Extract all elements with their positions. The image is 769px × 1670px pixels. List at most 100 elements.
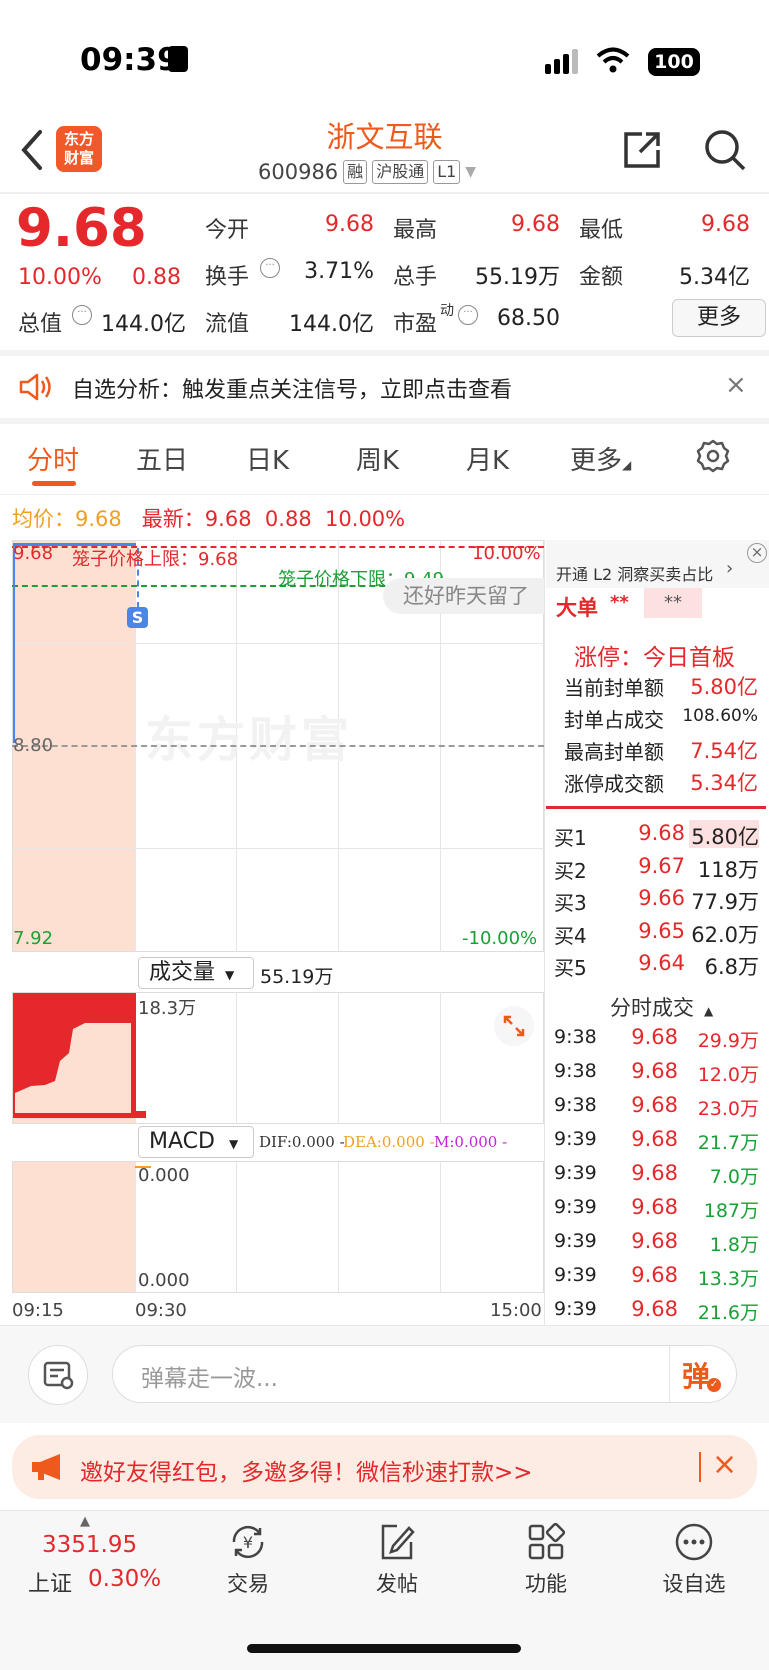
nav-trade[interactable]: ¥ 交易 (188, 1520, 308, 1598)
tick-time-6: 9:39 (554, 1230, 597, 1252)
analysis-text: 自选分析：触发重点关注信号，立即点击查看 (72, 378, 513, 403)
amount-label: 金额 (579, 265, 624, 290)
avg-label: 均价： (12, 507, 75, 531)
float-label: 流值 (205, 312, 250, 337)
tab-intraday[interactable]: 分时 (27, 440, 79, 477)
tick-vol-7: 13.3万 (697, 1268, 759, 1290)
ob-label-1: 买2 (554, 859, 587, 883)
more-button[interactable]: 更多 (672, 299, 766, 337)
index-pct: 0.30% (88, 1566, 162, 1592)
nav-trade-label: 交易 (227, 1572, 269, 1596)
l2-promo-text: 开通 L2 洞察买卖占比 (556, 565, 714, 584)
id-card-icon (168, 46, 188, 72)
volume-selector[interactable]: 成交量 ▼ (138, 957, 254, 989)
tick-price-1: 9.68 (631, 1059, 678, 1083)
close-icon[interactable]: × (712, 1447, 737, 1482)
dropdown-caret-icon: ▼ (465, 164, 477, 180)
danmu-bubble[interactable]: 还好昨天留了 (383, 578, 544, 614)
nav-post[interactable]: 发帖 (337, 1520, 457, 1598)
danmu-list-icon (43, 1361, 74, 1390)
nav-add-watchlist[interactable]: 设自选 (634, 1520, 754, 1598)
tick-time-4: 9:39 (554, 1162, 597, 1184)
tick-vol-8: 21.6万 (697, 1302, 759, 1324)
danmu-settings-icon[interactable] (28, 1345, 88, 1405)
info-icon[interactable]: ··· (72, 305, 92, 325)
megaphone-icon (32, 1454, 60, 1480)
edit-icon (381, 1524, 415, 1560)
macd-dif: DIF:0.000 - (259, 1133, 345, 1151)
s-marker[interactable]: S (127, 607, 148, 628)
index-name: 上证 (28, 1572, 73, 1597)
tab-five-day[interactable]: 五日 (136, 440, 188, 477)
mktcap-label: 总值 (18, 312, 63, 337)
more-dots-icon (675, 1523, 713, 1561)
home-indicator (247, 1644, 521, 1653)
share-icon[interactable] (620, 128, 664, 172)
expand-icon[interactable] (493, 1005, 535, 1047)
send-danmu-button[interactable]: 弹 (682, 1355, 710, 1395)
tab-daily-k[interactable]: 日K (246, 440, 289, 477)
index-value[interactable]: 3351.95 (42, 1532, 137, 1558)
tab-more-label: 更多 (570, 446, 623, 476)
mktcap-value: 144.0亿 (101, 312, 186, 337)
stat-value-1: 108.60% (682, 706, 758, 726)
info-icon[interactable]: ··· (260, 258, 280, 278)
tick-vol-3: 21.7万 (697, 1132, 759, 1154)
info-icon[interactable]: ··· (458, 305, 478, 325)
tab-monthly-k[interactable]: 月K (466, 440, 509, 477)
danmu-placeholder: 弹幕走一波... (141, 1366, 278, 1392)
pe-label: 市盈 (393, 312, 438, 337)
stat-value-0: 5.80亿 (690, 675, 758, 699)
tick-vol-0: 29.9万 (697, 1030, 759, 1052)
macd-bottom-label: 0.000 (138, 1270, 190, 1291)
close-icon[interactable]: × (725, 370, 747, 400)
turnover-value: 3.71% (304, 259, 374, 284)
avg-price-line (13, 543, 15, 743)
tab-more[interactable]: 更多◢ (570, 440, 631, 477)
tick-price-8: 9.68 (631, 1297, 678, 1321)
tag-level: L1 (433, 160, 461, 184)
volume-total: 55.19万 (260, 966, 334, 988)
close-icon[interactable]: × (747, 543, 767, 563)
tab-weekly-k[interactable]: 周K (356, 440, 399, 477)
change-amount: 0.88 (132, 265, 181, 290)
last-price: 9.68 (16, 198, 147, 259)
volume-max-label: 18.3万 (138, 998, 197, 1019)
nav-add-watchlist-label: 设自选 (662, 1572, 726, 1596)
time-label-start: 09:15 (12, 1300, 64, 1321)
prev-close-line (12, 745, 544, 747)
time-label-open: 09:30 (135, 1300, 187, 1321)
volume-bars (13, 993, 146, 1118)
dropdown-caret-icon: ▼ (228, 1137, 239, 1151)
mid-price-label: 8.80 (13, 735, 54, 756)
ticks-title[interactable]: 分时成交 ▲ (610, 992, 713, 1022)
ob-label-2: 买3 (554, 891, 587, 915)
ob-vol-3: 62.0万 (691, 923, 759, 947)
danmu-input[interactable]: 弹幕走一波... (112, 1345, 737, 1403)
caret-icon: ◢ (622, 458, 632, 472)
volume-label: 总手 (393, 265, 438, 290)
ob-label-4: 买5 (554, 956, 587, 980)
stock-code-row[interactable]: 600986 融 沪股通 L1 ▼ (258, 160, 476, 184)
tick-price-4: 9.68 (631, 1161, 678, 1185)
high-label: 最高 (393, 218, 438, 243)
macd-selector[interactable]: MACD ▼ (138, 1126, 254, 1158)
invite-text: 邀好友得红包，多邀多得！微信秒速打款>> (80, 1460, 533, 1486)
nav-functions-label: 功能 (525, 1572, 567, 1596)
search-icon[interactable] (703, 128, 747, 172)
tick-time-2: 9:38 (554, 1094, 597, 1116)
tick-price-6: 9.68 (631, 1229, 678, 1253)
status-bar: 09:39 100 (0, 0, 769, 110)
macd-selector-label: MACD (149, 1129, 215, 1154)
index-up-icon: ▲ (80, 1514, 90, 1529)
avg-value: 9.68 (75, 507, 122, 531)
nav-functions[interactable]: 功能 (486, 1520, 606, 1598)
amount-value: 5.34亿 (679, 265, 750, 290)
right-panel-divider (544, 540, 545, 1325)
danmu-divider (669, 1346, 670, 1402)
watermark: 东方财富 (145, 712, 354, 768)
top-pct-label: 10.00% (472, 543, 541, 564)
tick-price-7: 9.68 (631, 1263, 678, 1287)
clock: 09:39 (80, 42, 179, 78)
settings-gear-icon[interactable] (695, 438, 731, 474)
